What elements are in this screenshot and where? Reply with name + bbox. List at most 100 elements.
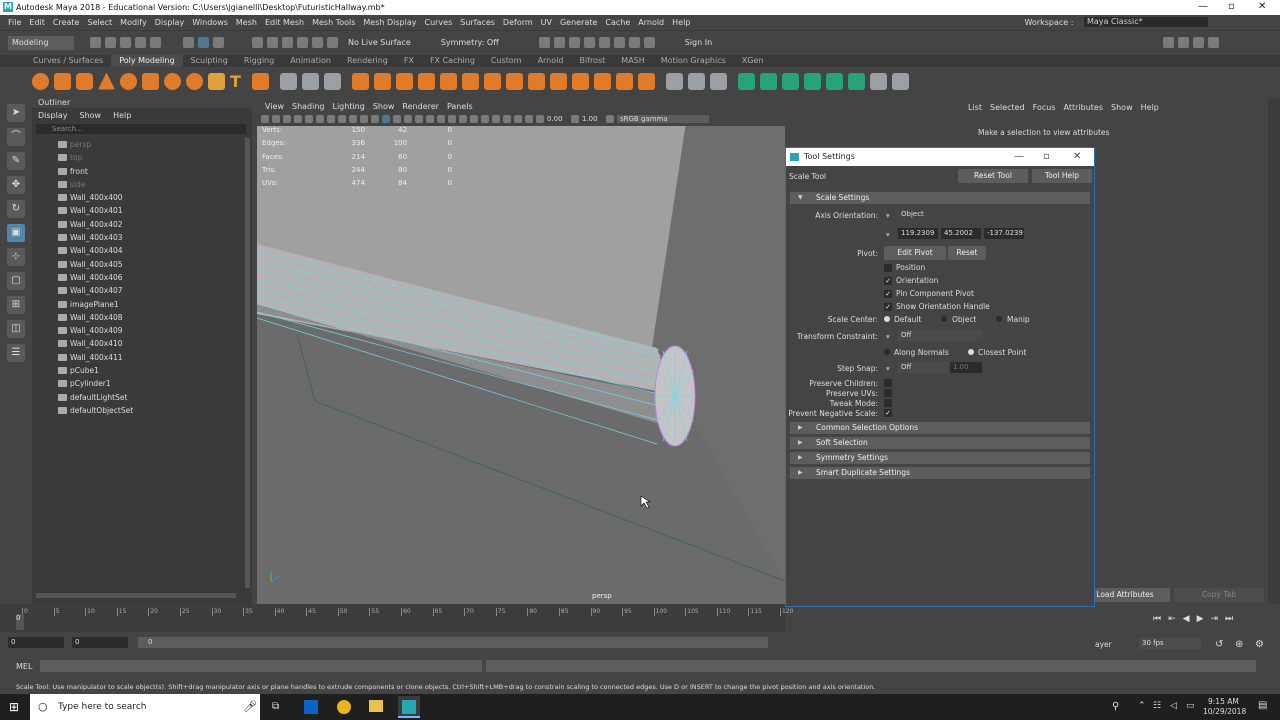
windows-start-icon[interactable]: ⊞ xyxy=(9,700,19,714)
preferences-icon[interactable]: ⚙ xyxy=(1255,639,1264,650)
smooth-shade-icon[interactable] xyxy=(393,115,401,123)
move-tool-icon[interactable]: ✥ xyxy=(7,176,25,194)
menu-set-dropdown[interactable]: Modeling xyxy=(8,35,74,50)
xray-icon[interactable] xyxy=(503,115,511,123)
connect-icon[interactable] xyxy=(572,72,589,90)
close-button[interactable]: ✕ xyxy=(1258,1,1266,12)
render-settings-icon[interactable] xyxy=(583,37,595,48)
copy-tab-button[interactable]: Copy Tab xyxy=(1174,588,1264,602)
select-hierarchy-icon[interactable] xyxy=(183,37,194,48)
normal-icon[interactable] xyxy=(804,72,821,90)
outliner-item[interactable]: Wall_400x401 xyxy=(32,204,252,217)
clock-time[interactable]: 9:15 AM xyxy=(1208,697,1239,706)
select-tool-icon[interactable]: ➤ xyxy=(7,104,25,122)
viewport-menu-view[interactable]: View xyxy=(265,102,284,111)
go-to-end-icon[interactable]: ⏭ xyxy=(1225,614,1233,624)
network-icon[interactable]: ☷ xyxy=(1153,701,1161,711)
ae-menu-focus[interactable]: Focus xyxy=(1033,103,1056,112)
ts-maximize-button[interactable]: ▫ xyxy=(1043,148,1050,166)
taskbar-search-input[interactable]: Type here to search xyxy=(30,694,260,720)
outliner-menu-display[interactable]: Display xyxy=(38,111,68,120)
chrome-icon[interactable] xyxy=(337,700,351,714)
menu-create[interactable]: Create xyxy=(53,18,80,27)
reset-tool-button[interactable]: Reset Tool xyxy=(958,169,1028,183)
tool-settings-icon[interactable] xyxy=(1192,37,1204,48)
preserve-uvs-checkbox[interactable] xyxy=(884,389,892,397)
outliner-menu-help[interactable]: Help xyxy=(113,111,131,120)
camera-attr-icon[interactable] xyxy=(272,115,280,123)
mirror-icon[interactable] xyxy=(374,72,391,90)
menu-arnold[interactable]: Arnold xyxy=(638,18,664,27)
menu-modify[interactable]: Modify xyxy=(120,18,147,27)
snap-surface-icon[interactable] xyxy=(312,37,323,48)
pin-component-pivot-checkbox[interactable]: ✓ xyxy=(884,290,892,298)
outliner-item[interactable]: front xyxy=(32,165,252,178)
multi-cut-icon[interactable] xyxy=(528,72,545,90)
safe-action-icon[interactable] xyxy=(360,115,368,123)
bridge-icon[interactable] xyxy=(418,72,435,90)
scale-tool-icon[interactable]: ▣ xyxy=(7,224,25,242)
menu-cache[interactable]: Cache xyxy=(605,18,630,27)
motion-blur-icon[interactable] xyxy=(459,115,467,123)
select-component-icon[interactable] xyxy=(213,37,224,48)
select-object-icon[interactable] xyxy=(198,37,209,48)
outliner-item[interactable]: pCylinder1 xyxy=(32,377,252,390)
ae-menu-list[interactable]: List xyxy=(968,103,982,112)
outliner-item[interactable]: defaultLightSet xyxy=(32,391,252,404)
volume-icon[interactable]: ◁ xyxy=(1170,701,1177,711)
snap-curve-icon[interactable] xyxy=(267,37,278,48)
hypershade-icon[interactable] xyxy=(598,37,610,48)
outliner-item[interactable]: persp xyxy=(32,138,252,151)
combine-icon[interactable] xyxy=(280,72,297,90)
ts-minimize-button[interactable]: — xyxy=(1014,148,1024,166)
menu-mesh-display[interactable]: Mesh Display xyxy=(363,18,416,27)
start-time-field[interactable]: 0 xyxy=(8,636,64,648)
menu-edit[interactable]: Edit xyxy=(29,18,45,27)
current-frame-marker[interactable]: 0 xyxy=(16,614,24,630)
prevent-negative-scale-checkbox[interactable]: ✓ xyxy=(884,409,892,417)
shelf-tab-rendering[interactable]: Rendering xyxy=(339,55,396,67)
undo-icon[interactable] xyxy=(135,37,146,48)
position-checkbox[interactable] xyxy=(884,264,892,272)
symmetry-dropdown[interactable]: Symmetry: Off xyxy=(441,38,499,47)
viewport-menu-renderer[interactable]: Renderer xyxy=(402,102,439,111)
outliner-item[interactable]: pCube1 xyxy=(32,364,252,377)
outliner-scrollbar[interactable] xyxy=(245,138,250,588)
bevel-icon[interactable] xyxy=(440,72,457,90)
scale-center-object-radio[interactable] xyxy=(941,316,947,322)
poly-torus-icon[interactable] xyxy=(120,72,137,90)
snap-view-icon[interactable] xyxy=(297,37,308,48)
outliner-item[interactable]: Wall_400x403 xyxy=(32,231,252,244)
camera-select-icon[interactable] xyxy=(261,115,269,123)
ae-menu-selected[interactable]: Selected xyxy=(990,103,1025,112)
auto-uv-icon[interactable] xyxy=(688,72,705,90)
bevel-edges-icon[interactable] xyxy=(484,72,501,90)
target-weld-icon[interactable] xyxy=(550,72,567,90)
viewport-menu-show[interactable]: Show xyxy=(373,102,395,111)
outliner-item[interactable]: Wall_400x409 xyxy=(32,324,252,337)
closest-point-radio[interactable] xyxy=(968,349,974,355)
menu-display[interactable]: Display xyxy=(155,18,185,27)
isolate-select-icon[interactable] xyxy=(492,115,500,123)
axis-z-field[interactable]: -137.0239 xyxy=(984,228,1024,239)
shelf-tab-animation[interactable]: Animation xyxy=(282,55,339,67)
outliner-menu-show[interactable]: Show xyxy=(80,111,102,120)
exposure-field[interactable]: 0.00 xyxy=(547,115,571,123)
show-orientation-handle-checkbox[interactable]: ✓ xyxy=(884,303,892,311)
insert-loop-icon[interactable] xyxy=(506,72,523,90)
redo-icon[interactable] xyxy=(150,37,161,48)
four-view-icon[interactable]: ⊞ xyxy=(7,296,25,314)
rotate-tool-icon[interactable]: ↻ xyxy=(7,200,25,218)
snap-grid-icon[interactable] xyxy=(252,37,263,48)
lasso-tool-icon[interactable]: ⌒ xyxy=(7,128,25,146)
go-to-start-icon[interactable]: ⏮ xyxy=(1153,614,1161,624)
field-chart-icon[interactable] xyxy=(349,115,357,123)
menu-generate[interactable]: Generate xyxy=(560,18,597,27)
uv-editor-icon[interactable] xyxy=(710,72,727,90)
keyboard-icon[interactable]: ▭ xyxy=(1186,701,1195,711)
boolean-icon[interactable] xyxy=(352,72,369,90)
freeze-transform-icon[interactable] xyxy=(738,72,755,90)
outliner-item[interactable]: Wall_400x406 xyxy=(32,271,252,284)
view-transform-dropdown[interactable]: sRGB gamma xyxy=(617,115,709,123)
axis-x-field[interactable]: 119.2309 xyxy=(898,228,938,239)
